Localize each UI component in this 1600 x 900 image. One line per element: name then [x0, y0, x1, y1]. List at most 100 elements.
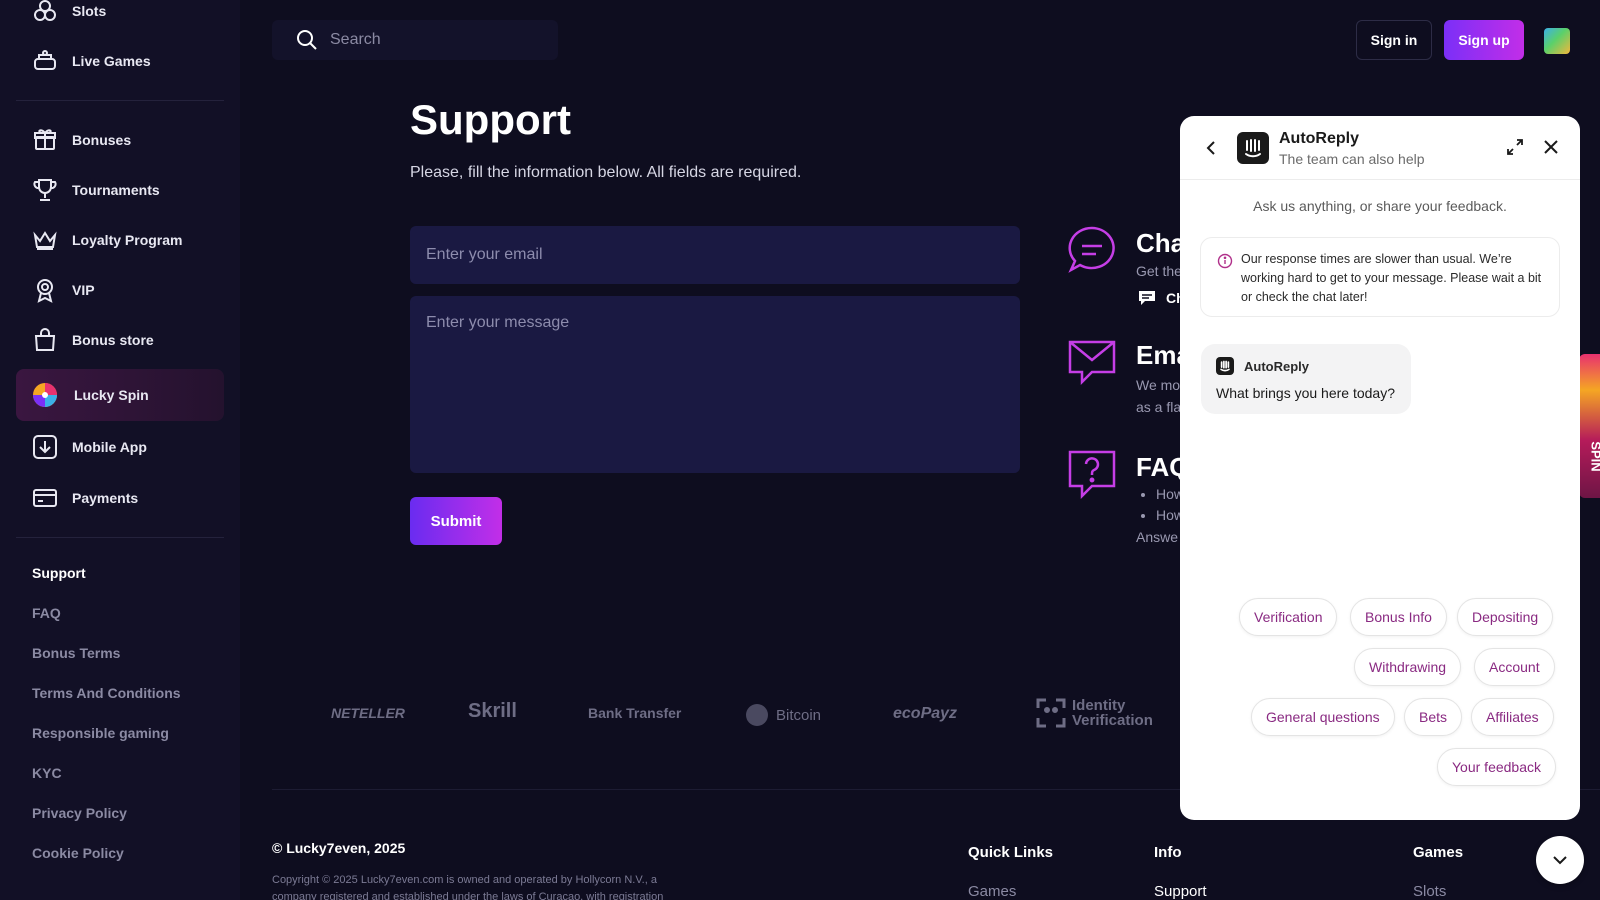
sidebar-item-label: Bonuses: [72, 132, 132, 148]
expand-icon[interactable]: [1506, 138, 1524, 156]
sidebar-item-label: Tournaments: [72, 182, 160, 198]
sidebar-item-label: Live Games: [72, 53, 151, 69]
contact-email-text-2: as a fla: [1136, 399, 1182, 415]
sidebar-item-payments[interactable]: Payments: [16, 473, 224, 523]
autoreply-avatar: [1237, 132, 1269, 164]
close-icon[interactable]: [1542, 138, 1560, 156]
chat-widget: AutoReply The team can also help Ask us …: [1180, 116, 1580, 820]
sidebar-link-terms[interactable]: Terms And Conditions: [32, 685, 181, 701]
footer-heading-info: Info: [1154, 844, 1182, 861]
sidebar-item-loyalty-program[interactable]: Loyalty Program: [16, 215, 224, 265]
chat-header: AutoReply The team can also help: [1180, 116, 1580, 180]
contact-email-text-1: We mo: [1136, 377, 1181, 393]
sidebar-item-vip[interactable]: VIP: [16, 265, 224, 315]
message-sender: AutoReply: [1244, 359, 1309, 374]
face-scan-icon: [1036, 698, 1066, 728]
sidebar-item-label: Slots: [72, 3, 107, 19]
quick-reply-depositing[interactable]: Depositing: [1457, 598, 1554, 636]
submit-button[interactable]: Submit: [410, 497, 502, 545]
sidebar-item-bonus-store[interactable]: Bonus store: [16, 315, 224, 365]
sidebar-item-label: Bonus store: [72, 332, 154, 348]
sidebar-item-label: Loyalty Program: [72, 232, 183, 248]
quick-reply-bonus-info[interactable]: Bonus Info: [1350, 598, 1447, 636]
quick-reply-withdrawing[interactable]: Withdrawing: [1354, 648, 1462, 686]
quick-reply-verification[interactable]: Verification: [1239, 598, 1338, 636]
credit-card-icon: [33, 489, 57, 507]
sidebar-link-kyc[interactable]: KYC: [32, 765, 62, 781]
chat-agent-status: The team can also help: [1279, 151, 1425, 167]
sidebar-item-bonuses[interactable]: Bonuses: [16, 115, 224, 165]
bitcoin-logo: Bitcoin: [746, 704, 821, 726]
sign-up-button[interactable]: Sign up: [1444, 20, 1524, 60]
footer-link-slots[interactable]: Slots: [1413, 883, 1446, 900]
contact-chat-link[interactable]: Ch: [1138, 290, 1185, 306]
trophy-icon: [33, 179, 57, 201]
quick-reply-your-feedback[interactable]: Your feedback: [1437, 748, 1556, 786]
lucky-spin-tab[interactable]: SPIN: [1579, 354, 1600, 498]
search-bar[interactable]: [272, 20, 558, 60]
identity-verification-logo: Identity Verification: [1036, 698, 1164, 728]
neteller-logo: NETELLER: [331, 705, 405, 721]
chat-message-bubble: AutoReply What brings you here today?: [1201, 344, 1411, 414]
quick-reply-affiliates[interactable]: Affiliates: [1471, 698, 1554, 736]
chat-toggle-button[interactable]: [1536, 836, 1584, 884]
question-icon: [1068, 450, 1116, 500]
footer-legal-text: Copyright © 2025 Lucky7even.com is owned…: [272, 874, 664, 900]
chevron-left-icon[interactable]: [1202, 138, 1222, 158]
shopping-bag-icon: [34, 328, 56, 351]
page-subtitle: Please, fill the information below. All …: [410, 164, 802, 181]
sidebar-link-faq[interactable]: FAQ: [32, 605, 61, 621]
vip-badge-icon: [37, 279, 53, 303]
sidebar-link-privacy-policy[interactable]: Privacy Policy: [32, 805, 127, 821]
quick-reply-account[interactable]: Account: [1474, 648, 1555, 686]
sidebar-item-lucky-spin[interactable]: Lucky Spin: [16, 369, 224, 421]
footer-copyright: © Lucky7even, 2025: [272, 840, 406, 856]
envelope-icon: [1068, 340, 1116, 386]
autoreply-avatar: [1216, 357, 1234, 375]
message-field[interactable]: [410, 296, 1020, 473]
intercom-logo-icon: [1245, 139, 1261, 158]
sidebar-link-support[interactable]: Support: [32, 565, 86, 581]
bank-transfer-logo: Bank Transfer: [588, 705, 682, 721]
footer-link-games[interactable]: Games: [968, 883, 1016, 900]
wheel-icon: [33, 383, 57, 407]
footer-heading-quick-links: Quick Links: [968, 844, 1054, 861]
email-field[interactable]: [410, 226, 1020, 284]
search-input[interactable]: [330, 31, 530, 49]
quick-reply-bets[interactable]: Bets: [1404, 698, 1463, 736]
footer-heading-games: Games: [1413, 844, 1464, 861]
language-flag-icon[interactable]: [1544, 28, 1570, 54]
sidebar-item-label: VIP: [72, 282, 95, 298]
sidebar-item-live-games[interactable]: Live Games: [16, 36, 224, 86]
contact-chat-text: Get the: [1136, 263, 1182, 279]
sign-in-button[interactable]: Sign in: [1356, 20, 1432, 60]
crown-icon: [33, 231, 57, 250]
skrill-logo: Skrill: [468, 700, 517, 722]
sidebar-item-slots[interactable]: Slots: [16, 0, 224, 36]
chat-notice: Our response times are slower than usual…: [1200, 237, 1560, 317]
sidebar-item-label: Lucky Spin: [74, 387, 149, 403]
sidebar-item-label: Payments: [72, 490, 139, 506]
message-icon: [1139, 291, 1155, 305]
contact-faq-text: Answe: [1136, 529, 1179, 545]
search-icon: [297, 30, 317, 50]
contact-chat-title: Cha: [1136, 228, 1186, 258]
slots-icon: [34, 0, 56, 21]
chevron-down-icon: [1553, 856, 1567, 865]
sidebar-item-mobile-app[interactable]: Mobile App: [16, 422, 224, 472]
quick-reply-general-questions[interactable]: General questions: [1251, 698, 1395, 736]
sidebar-divider: [16, 537, 224, 538]
ecopayz-logo: ecoPayz: [893, 705, 958, 722]
chat-agent-name: AutoReply: [1279, 130, 1359, 147]
sidebar-item-tournaments[interactable]: Tournaments: [16, 165, 224, 215]
chat-bubble-icon: [1068, 226, 1115, 273]
chat-intro-text: Ask us anything, or share your feedback.: [1253, 198, 1507, 214]
sidebar-link-bonus-terms[interactable]: Bonus Terms: [32, 645, 120, 661]
sidebar-link-responsible-gaming[interactable]: Responsible gaming: [32, 725, 169, 741]
sidebar-link-cookie-policy[interactable]: Cookie Policy: [32, 845, 124, 861]
sidebar-item-label: Mobile App: [72, 439, 147, 455]
footer-link-support[interactable]: Support: [1154, 883, 1207, 900]
intercom-logo-icon: [1220, 360, 1230, 372]
page-title: Support: [410, 96, 571, 143]
info-icon: [1217, 253, 1233, 269]
